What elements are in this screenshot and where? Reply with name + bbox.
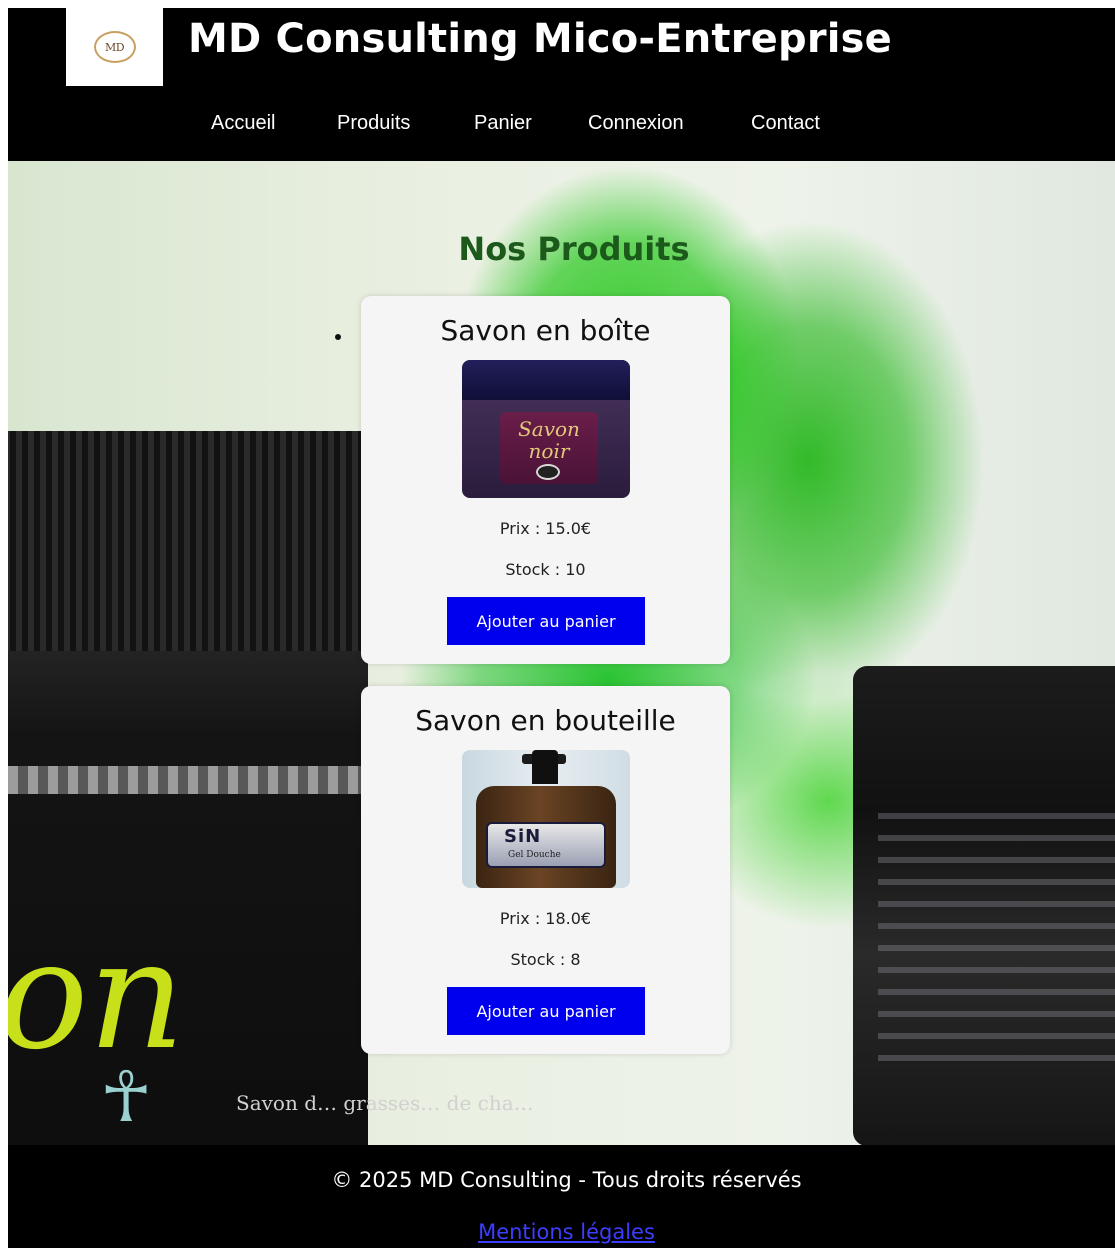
add-to-cart-button[interactable]: Ajouter au panier — [447, 597, 645, 645]
nav-connexion[interactable]: Connexion — [588, 112, 684, 135]
jar-lid — [462, 360, 630, 400]
product-name: Savon en boîte — [440, 314, 651, 347]
page: MD MD Consulting Mico-Entreprise Accueil… — [8, 8, 1115, 1248]
background-jar-left-lid — [8, 431, 368, 651]
site-logo[interactable]: MD — [66, 8, 163, 86]
jar-logo-icon — [536, 464, 560, 480]
bottle-pump — [532, 750, 558, 784]
background-jar-script: on — [8, 909, 185, 1083]
product-card: Savon en boîte Savon noir Prix : 15.0€ S… — [361, 296, 730, 664]
product-stock: Stock : 10 — [505, 560, 586, 579]
nav-panier[interactable]: Panier — [474, 112, 532, 135]
ankh-icon: ☥ — [100, 1056, 153, 1138]
product-price: Prix : 18.0€ — [499, 909, 592, 928]
jar-label-text: Savon noir — [518, 417, 580, 463]
bottle-label-text: SiN — [504, 826, 542, 847]
background-jar-band — [8, 766, 368, 794]
product-image: Savon noir — [462, 360, 630, 498]
product-card: Savon en bouteille SiN Gel Douche Prix :… — [361, 686, 730, 1054]
main-nav: Accueil Produits Panier Connexion Contac… — [8, 112, 1115, 142]
bottle-label-subtext: Gel Douche — [508, 850, 561, 860]
nav-contact[interactable]: Contact — [751, 112, 820, 135]
section-title: Nos Produits — [458, 230, 690, 268]
footer-copyright: © 2025 MD Consulting - Tous droits réser… — [331, 1168, 802, 1192]
product-stock: Stock : 8 — [510, 950, 581, 969]
product-image: SiN Gel Douche — [462, 750, 630, 888]
product-name: Savon en bouteille — [415, 704, 676, 737]
list-bullet — [335, 334, 341, 340]
legal-notice-link[interactable]: Mentions légales — [8, 1220, 1115, 1244]
site-header: MD MD Consulting Mico-Entreprise Accueil… — [8, 8, 1115, 161]
add-to-cart-button[interactable]: Ajouter au panier — [447, 987, 645, 1035]
nav-accueil[interactable]: Accueil — [211, 112, 275, 135]
logo-text: MD — [104, 40, 125, 54]
logo-emblem: MD — [93, 31, 136, 63]
product-price: Prix : 15.0€ — [499, 519, 592, 538]
background-jar-text: Savon d… grasses… de cha… — [236, 1091, 534, 1115]
site-footer: © 2025 MD Consulting - Tous droits réser… — [8, 1145, 1115, 1248]
background-jar-right-label — [878, 801, 1115, 1061]
nav-produits[interactable]: Produits — [337, 112, 410, 135]
site-title: MD Consulting Mico-Entreprise — [188, 16, 893, 62]
